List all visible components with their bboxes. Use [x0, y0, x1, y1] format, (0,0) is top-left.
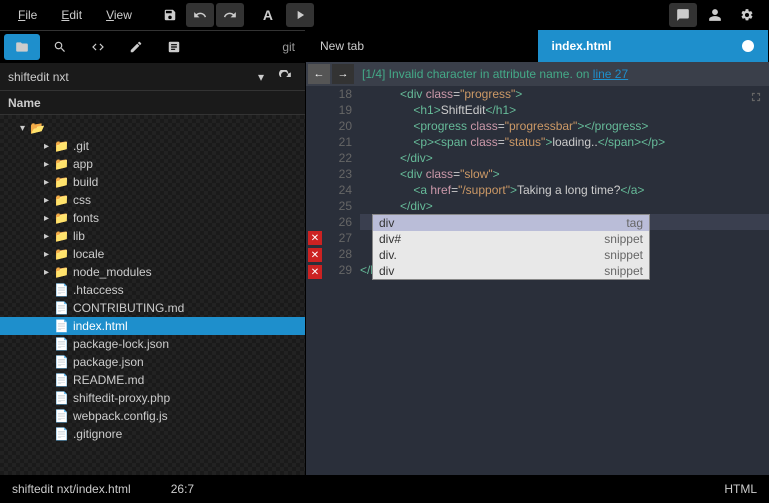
- tree-file[interactable]: 📄 package-lock.json: [0, 335, 305, 353]
- tree-file[interactable]: 📄 .htaccess: [0, 281, 305, 299]
- fullscreen-icon[interactable]: [749, 90, 763, 108]
- tree-folder[interactable]: ▸📁 lib: [0, 227, 305, 245]
- autocomplete-item[interactable]: div#snippet: [373, 231, 649, 247]
- font-icon[interactable]: A: [254, 3, 282, 27]
- redo-icon[interactable]: [216, 3, 244, 27]
- autocomplete-popup: divtagdiv#snippetdiv.snippetdivsnippet: [372, 214, 650, 280]
- files-tab-icon[interactable]: [4, 34, 40, 60]
- chat-icon[interactable]: [669, 3, 697, 27]
- tree-root[interactable]: ▾📂: [0, 119, 305, 137]
- tree-folder[interactable]: ▸📁 .git: [0, 137, 305, 155]
- chevron-down-icon[interactable]: ▾: [249, 64, 273, 90]
- status-path: shiftedit nxt/index.html: [12, 482, 131, 496]
- statusbar: shiftedit nxt/index.html 26:7 HTML: [0, 475, 769, 503]
- tree-header: Name: [0, 91, 305, 115]
- nav-message: [1/4] Invalid character in attribute nam…: [362, 67, 628, 81]
- tab-close-icon[interactable]: [742, 40, 754, 52]
- site-name: shiftedit nxt: [8, 70, 249, 84]
- code-icon[interactable]: [80, 34, 116, 60]
- user-icon[interactable]: [701, 3, 729, 27]
- tree-folder[interactable]: ▸📁 build: [0, 173, 305, 191]
- save-icon[interactable]: [156, 3, 184, 27]
- autocomplete-item[interactable]: div.snippet: [373, 247, 649, 263]
- tree-file[interactable]: 📄 .gitignore: [0, 425, 305, 443]
- menu-file[interactable]: File: [8, 4, 47, 26]
- tree-file[interactable]: 📄 shiftedit-proxy.php: [0, 389, 305, 407]
- tree-file[interactable]: 📄 index.html: [0, 317, 305, 335]
- tree-file[interactable]: 📄 README.md: [0, 371, 305, 389]
- sidebar: git shiftedit nxt ▾ Name ▾📂 ▸📁 .git▸📁 ap…: [0, 30, 305, 475]
- menu-edit[interactable]: Edit: [51, 4, 92, 26]
- tree-file[interactable]: 📄 package.json: [0, 353, 305, 371]
- undo-icon[interactable]: [186, 3, 214, 27]
- tabs: New tabindex.html: [306, 30, 769, 62]
- tree-file[interactable]: 📄 webpack.config.js: [0, 407, 305, 425]
- play-icon[interactable]: [286, 3, 314, 27]
- code-editor[interactable]: ✕✕✕ 181920212223242526272829 <div class=…: [306, 86, 769, 475]
- editor-area: New tabindex.html ← → [1/4] Invalid char…: [305, 30, 769, 475]
- tab[interactable]: index.html: [538, 30, 769, 62]
- tree-file[interactable]: 📄 CONTRIBUTING.md: [0, 299, 305, 317]
- edit-icon[interactable]: [118, 34, 154, 60]
- tree-folder[interactable]: ▸📁 locale: [0, 245, 305, 263]
- status-position: 26:7: [171, 482, 194, 496]
- error-link[interactable]: line 27: [593, 67, 628, 81]
- tab[interactable]: New tab: [306, 30, 538, 62]
- menu-view[interactable]: View: [96, 4, 142, 26]
- tree-folder[interactable]: ▸📁 node_modules: [0, 263, 305, 281]
- search-icon[interactable]: [42, 34, 78, 60]
- gear-icon[interactable]: [733, 3, 761, 27]
- menubar: File Edit View A: [0, 0, 769, 30]
- nav-back-icon[interactable]: ←: [308, 64, 330, 84]
- autocomplete-item[interactable]: divtag: [373, 215, 649, 231]
- nav-forward-icon[interactable]: →: [332, 64, 354, 84]
- file-tree: ▾📂 ▸📁 .git▸📁 app▸📁 build▸📁 css▸📁 fonts▸📁…: [0, 115, 305, 475]
- tree-folder[interactable]: ▸📁 app: [0, 155, 305, 173]
- refresh-icon[interactable]: [273, 64, 297, 90]
- tree-folder[interactable]: ▸📁 fonts: [0, 209, 305, 227]
- status-language[interactable]: HTML: [724, 482, 757, 496]
- notes-icon[interactable]: [156, 34, 192, 60]
- git-label[interactable]: git: [276, 40, 301, 54]
- tree-folder[interactable]: ▸📁 css: [0, 191, 305, 209]
- autocomplete-item[interactable]: divsnippet: [373, 263, 649, 279]
- nav-bar: ← → [1/4] Invalid character in attribute…: [306, 62, 769, 86]
